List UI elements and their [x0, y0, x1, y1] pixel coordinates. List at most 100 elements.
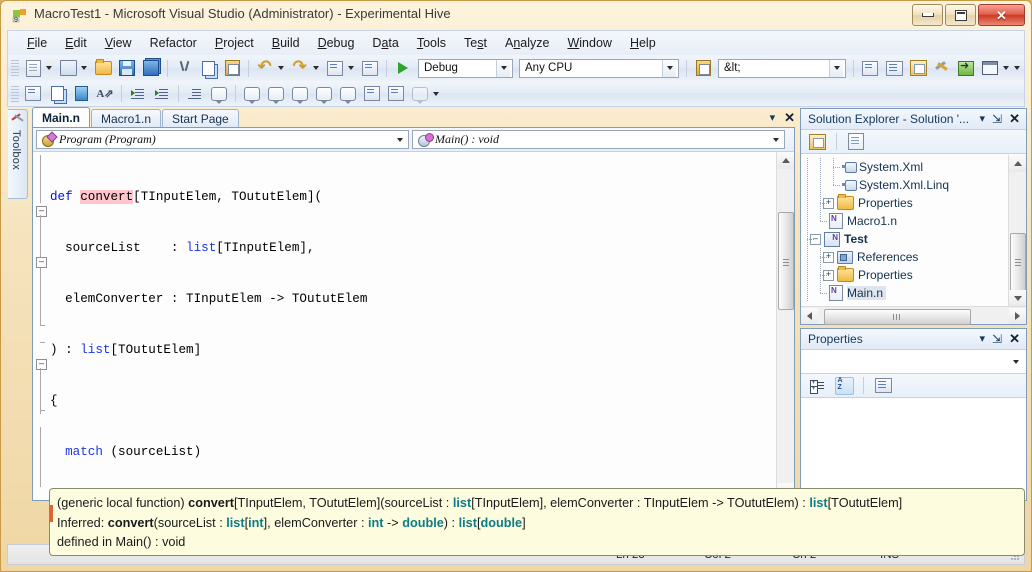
menu-test[interactable]: Test — [455, 33, 496, 53]
start-debugging-icon[interactable] — [391, 57, 415, 80]
add-new-item-icon[interactable] — [56, 57, 80, 80]
solution-tree[interactable]: System.Xml System.Xml.Linq + Properties … — [801, 155, 1009, 307]
command-window-icon[interactable] — [978, 57, 1002, 80]
menu-edit[interactable]: Edit — [56, 33, 96, 53]
solution-platform-combo[interactable]: Any CPU — [519, 59, 679, 78]
editor-vertical-scrollbar[interactable] — [776, 152, 794, 500]
toolbar-grip[interactable] — [11, 60, 19, 76]
scrollbar-thumb[interactable] — [824, 309, 971, 325]
solution-configuration-combo[interactable]: Debug — [418, 59, 513, 78]
member-navigation-combo[interactable]: Main() : void — [412, 130, 785, 149]
display-members-icon[interactable] — [21, 82, 45, 105]
close-icon[interactable]: ✕ — [1009, 111, 1020, 127]
scrollbar-thumb[interactable] — [778, 212, 794, 310]
menu-tools[interactable]: Tools — [408, 33, 455, 53]
redo-dropdown-icon[interactable] — [312, 58, 323, 79]
solution-explorer-horizontal-scrollbar[interactable] — [801, 306, 1026, 324]
code-text[interactable]: def convert[TInputElem, TOututElem]( sou… — [50, 155, 776, 500]
menu-debug[interactable]: Debug — [309, 33, 364, 53]
code-surface[interactable]: – – – def convert[TInputElem, TOututElem… — [33, 152, 794, 500]
properties-object-combo[interactable] — [801, 350, 1026, 374]
tab-main-n[interactable]: Main.n — [32, 107, 90, 128]
menu-help[interactable]: Help — [621, 33, 665, 53]
alphabetical-icon[interactable] — [832, 374, 856, 397]
toolbar-overflow-icon[interactable] — [432, 83, 443, 104]
properties-window-icon[interactable] — [882, 57, 906, 80]
tree-item-test-project[interactable]: – Test — [801, 230, 1009, 248]
property-pages-icon[interactable] — [871, 374, 895, 397]
undo-icon[interactable] — [253, 57, 277, 80]
toolbar-grip[interactable] — [11, 86, 19, 102]
properties-grid[interactable] — [801, 399, 1026, 500]
fold-toggle[interactable]: – — [36, 359, 47, 370]
font-size-icon[interactable]: A⇗ — [93, 82, 117, 105]
open-file-icon[interactable] — [91, 57, 115, 80]
command-window-dropdown-icon[interactable] — [1002, 58, 1013, 79]
new-project-icon[interactable] — [21, 57, 45, 80]
document-list-dropdown-icon[interactable]: ▾ — [770, 113, 776, 124]
display-class-view-icon[interactable] — [45, 82, 69, 105]
solution-explorer-icon[interactable] — [906, 57, 930, 80]
copy-icon[interactable] — [196, 57, 220, 80]
sidebar-item-toolbox[interactable]: Toolbox — [8, 109, 28, 199]
panel-dropdown-icon[interactable]: ▾ — [980, 334, 986, 345]
scroll-right-icon[interactable] — [1009, 308, 1026, 324]
toggle-bookmark-icon[interactable] — [240, 82, 264, 105]
type-navigation-combo[interactable]: Program (Program) — [36, 130, 409, 149]
add-new-item-dropdown-icon[interactable] — [80, 58, 91, 79]
previous-bookmark-in-folder-icon[interactable] — [312, 82, 336, 105]
scroll-down-icon[interactable] — [1009, 290, 1026, 307]
tree-item-references[interactable]: + References — [801, 248, 1009, 266]
tree-item-main-n[interactable]: Main.n — [801, 284, 1009, 302]
pin-icon[interactable]: ⇲ — [992, 112, 1002, 126]
solution-explorer-vertical-scrollbar[interactable] — [1008, 155, 1026, 307]
paste-icon[interactable] — [220, 57, 244, 80]
fold-toggle[interactable]: – — [36, 257, 47, 268]
scrollbar-thumb[interactable] — [1010, 233, 1026, 291]
categorized-icon[interactable]: ++ — [805, 374, 829, 397]
navigate-backward-icon[interactable] — [323, 57, 347, 80]
menu-project[interactable]: Project — [206, 33, 263, 53]
close-document-icon[interactable]: ✕ — [784, 110, 795, 126]
menu-analyze[interactable]: Analyze — [496, 33, 558, 53]
show-all-files-icon[interactable] — [844, 130, 868, 153]
clear-bookmarks-icon[interactable] — [408, 82, 432, 105]
menu-build[interactable]: Build — [263, 33, 309, 53]
uncomment-block-icon[interactable] — [207, 82, 231, 105]
increase-indent-icon[interactable] — [150, 82, 174, 105]
scroll-left-icon[interactable] — [801, 308, 818, 324]
previous-bookmark-icon[interactable] — [264, 82, 288, 105]
menu-refactor[interactable]: Refactor — [141, 33, 206, 53]
tree-item-properties-macro[interactable]: + Properties — [801, 194, 1009, 212]
close-button[interactable]: ✕ — [978, 4, 1025, 26]
cut-icon[interactable] — [172, 57, 196, 80]
highlight-icon[interactable] — [69, 82, 93, 105]
menu-window[interactable]: Window — [558, 33, 620, 53]
save-all-icon[interactable] — [139, 57, 163, 80]
scroll-up-icon[interactable] — [777, 152, 794, 169]
next-bookmark-in-document-icon[interactable] — [384, 82, 408, 105]
close-icon[interactable]: ✕ — [1009, 331, 1020, 347]
scroll-up-icon[interactable] — [1009, 155, 1026, 172]
scrollbar-track[interactable] — [818, 308, 1009, 324]
tab-start-page[interactable]: Start Page — [162, 109, 239, 128]
find-icon[interactable] — [691, 57, 715, 80]
previous-bookmark-in-document-icon[interactable] — [360, 82, 384, 105]
toolbar-overflow-icon[interactable] — [1013, 58, 1024, 79]
menu-file[interactable]: File — [18, 33, 56, 53]
tree-item-properties-test[interactable]: + Properties — [801, 266, 1009, 284]
pin-icon[interactable]: ⇲ — [992, 332, 1002, 346]
redo-icon[interactable] — [288, 57, 312, 80]
properties-icon[interactable] — [805, 130, 829, 153]
outlining-gutter[interactable]: – – – — [33, 152, 50, 500]
undo-dropdown-icon[interactable] — [277, 58, 288, 79]
menu-data[interactable]: Data — [363, 33, 407, 53]
navigate-forward-icon[interactable] — [358, 57, 382, 80]
navigate-backward-dropdown-icon[interactable] — [347, 58, 358, 79]
decrease-indent-icon[interactable] — [126, 82, 150, 105]
tree-item-system-xml-linq[interactable]: System.Xml.Linq — [801, 176, 1009, 194]
minimize-button[interactable] — [912, 4, 943, 26]
next-bookmark-icon[interactable] — [288, 82, 312, 105]
panel-dropdown-icon[interactable]: ▾ — [980, 114, 986, 125]
menu-view[interactable]: View — [96, 33, 141, 53]
